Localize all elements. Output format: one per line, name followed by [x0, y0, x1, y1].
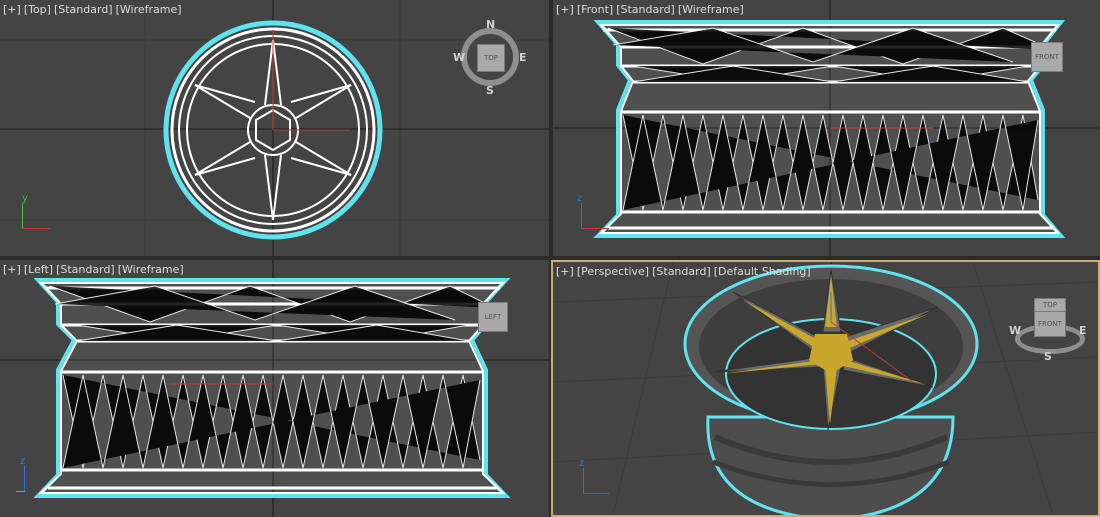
wheel-left-wireframe [33, 278, 511, 498]
viewport-mode-menu[interactable]: [Default Shading] [714, 265, 811, 278]
viewport-shading-menu[interactable]: [Standard] [56, 263, 115, 276]
viewport-shading-menu[interactable]: [Standard] [652, 265, 711, 278]
viewport-top[interactable]: [+] [Top] [Standard] [Wireframe] TOP N S… [0, 0, 549, 256]
axis-tripod-front: z [575, 193, 615, 235]
compass-s: S [486, 84, 494, 97]
axis-z-label: z [579, 458, 585, 469]
compass-s: S [1044, 350, 1052, 363]
viewport-perspective[interactable]: [+] [Perspective] [Standard] [Default Shadi… [551, 260, 1100, 517]
viewport-label-perspective: [+] [Perspective] [Standard] [Default Shadi… [556, 265, 814, 278]
compass-w: W [453, 51, 466, 64]
axis-z-label: z [20, 456, 26, 467]
viewport-front[interactable]: [+] [Front] [Standard] [Wireframe] FRONT… [553, 0, 1100, 256]
viewcube-front[interactable]: FRONT [1031, 40, 1075, 80]
viewport-menu-plus[interactable]: [+] [556, 265, 574, 278]
compass-e: E [1079, 324, 1087, 337]
viewcube-face-top[interactable]: TOP [477, 44, 505, 72]
viewport-shading-menu[interactable]: [Standard] [54, 3, 113, 16]
viewcube-face-top[interactable]: TOP [1034, 298, 1066, 312]
viewport-view-menu[interactable]: [Left] [24, 263, 53, 276]
viewport-mode-menu[interactable]: [Wireframe] [678, 3, 744, 16]
viewcube-face-front[interactable]: FRONT [1031, 42, 1063, 72]
viewport-view-menu[interactable]: [Top] [24, 3, 51, 16]
viewport-view-menu[interactable]: [Perspective] [577, 265, 649, 278]
viewport-left[interactable]: [+] [Left] [Standard] [Wireframe] LEFT z [0, 260, 549, 517]
compass-e: E [519, 51, 527, 64]
viewport-menu-plus[interactable]: [+] [3, 263, 21, 276]
viewport-label-left: [+] [Left] [Standard] [Wireframe] [3, 263, 187, 276]
left-view-canvas [0, 260, 549, 517]
viewport-menu-plus[interactable]: [+] [556, 3, 574, 16]
viewport-mode-menu[interactable]: [Wireframe] [116, 3, 182, 16]
axis-tripod-left: z [16, 456, 56, 498]
axis-tripod-top: y [16, 193, 56, 235]
viewcube-left[interactable]: LEFT [478, 300, 522, 340]
compass-n: N [486, 18, 496, 31]
viewcube-face-left[interactable]: LEFT [478, 302, 508, 332]
compass-w: W [1009, 324, 1022, 337]
viewport-menu-plus[interactable]: [+] [3, 3, 21, 16]
axis-z-label: z [577, 193, 583, 204]
front-view-canvas [553, 0, 1100, 256]
axis-tripod-perspective: z [577, 458, 617, 500]
viewcube-perspective[interactable]: TOP FRONT W E S [1009, 292, 1089, 364]
viewport-shading-menu[interactable]: [Standard] [616, 3, 675, 16]
viewcube-face-front[interactable]: FRONT [1034, 311, 1066, 337]
viewcube-top[interactable]: TOP N S W E [453, 18, 527, 97]
axis-y-label: y [22, 193, 28, 204]
viewport-view-menu[interactable]: [Front] [577, 3, 613, 16]
viewport-mode-menu[interactable]: [Wireframe] [118, 263, 184, 276]
viewport-label-front: [+] [Front] [Standard] [Wireframe] [556, 3, 747, 16]
viewport-label-top: [+] [Top] [Standard] [Wireframe] [3, 3, 185, 16]
wheel-front-wireframe [593, 20, 1066, 238]
